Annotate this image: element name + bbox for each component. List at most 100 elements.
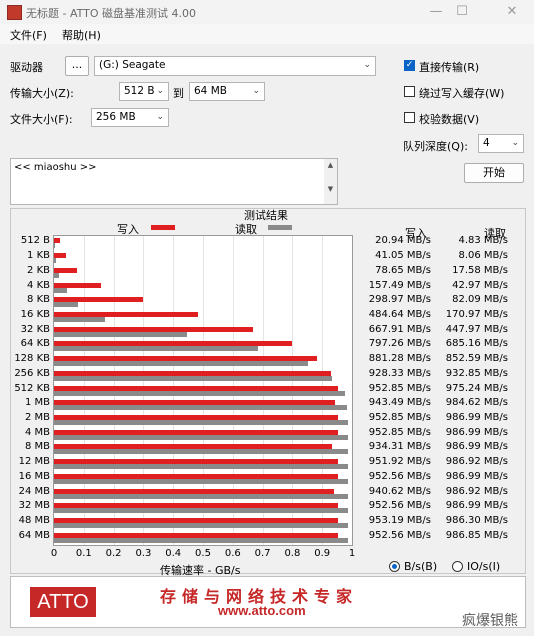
write-value-label: 952.85 MB/s — [368, 426, 431, 438]
read-bar — [54, 405, 348, 411]
description-text: << miaoshu >> — [14, 162, 97, 173]
read-value-label: 4.83 MB/s — [458, 235, 508, 247]
y-axis-labels: 512 B 1 KB 2 KB 4 KB 8 KB 16 KB 32 KB 64 KB 128 … — [6, 235, 50, 546]
y-tick-label: 64 MB — [18, 529, 50, 541]
x-tick-label: 0.6 — [224, 548, 241, 559]
read-value-label: 932.85 MB/s — [445, 367, 508, 379]
direct-io-checkbox[interactable]: ✓ — [404, 60, 415, 71]
read-value-label: 986.99 MB/s — [445, 411, 508, 423]
transfer-to-select[interactable]: 64 MB ⌄ — [189, 82, 265, 101]
y-tick-label: 1 MB — [24, 397, 50, 409]
y-tick-label: 16 MB — [18, 470, 50, 482]
ios-radio[interactable] — [452, 561, 463, 572]
file-size-select[interactable]: 256 MB ⌄ — [91, 108, 169, 127]
write-value-label: 951.92 MB/s — [368, 456, 431, 468]
transfer-from-select[interactable]: 512 B ⌄ — [119, 82, 169, 101]
chevron-down-icon: ⌄ — [156, 86, 164, 96]
y-tick-label: 2 KB — [27, 264, 50, 276]
write-value-label: 952.56 MB/s — [368, 529, 431, 541]
y-tick-label: 32 MB — [18, 500, 50, 512]
read-value-label: 986.99 MB/s — [445, 441, 508, 453]
queue-depth-label: 队列深度(Q): — [403, 140, 468, 153]
verify-checkbox[interactable] — [404, 112, 415, 123]
read-bar — [54, 361, 309, 367]
read-bar — [54, 390, 345, 396]
read-bar — [54, 464, 349, 470]
y-tick-label: 32 KB — [20, 323, 50, 335]
x-tick-label: 0 — [50, 548, 58, 559]
write-value-label: 934.31 MB/s — [368, 441, 431, 453]
watermark: 疯爆银熊 — [462, 613, 518, 629]
read-value-label: 986.92 MB/s — [445, 485, 508, 497]
chevron-down-icon: ⌄ — [363, 60, 371, 70]
y-tick-label: 16 KB — [20, 308, 50, 320]
read-bar — [54, 522, 348, 528]
x-tick-label: 0.1 — [75, 548, 92, 559]
write-value-label: 952.85 MB/s — [368, 382, 431, 394]
write-value-label: 943.49 MB/s — [368, 397, 431, 409]
read-bar — [54, 419, 349, 425]
write-value-label: 20.94 MB/s — [375, 235, 431, 247]
y-tick-label: 512 KB — [14, 382, 50, 394]
read-bar — [54, 316, 105, 322]
read-value-label: 986.99 MB/s — [445, 426, 508, 438]
menu-file[interactable]: 文件(F) — [10, 27, 47, 43]
read-bar — [54, 478, 349, 484]
drive-value: (G:) Seagate — [99, 59, 166, 71]
chevron-down-icon: ⌄ — [252, 86, 260, 96]
x-tick-label: 0.7 — [254, 548, 271, 559]
read-bar — [54, 287, 67, 293]
bypass-cache-label: 绕过写入缓存(W) — [419, 87, 505, 100]
read-value-label: 986.92 MB/s — [445, 456, 508, 468]
y-tick-label: 2 MB — [24, 411, 50, 423]
x-tick-label: 0.3 — [135, 548, 152, 559]
transfer-from-value: 512 B — [124, 85, 155, 97]
banner-url[interactable]: www.atto.com — [218, 603, 306, 618]
atto-logo: ATTO — [30, 587, 96, 617]
x-tick-label: 1 — [348, 548, 356, 559]
read-bar — [54, 272, 60, 278]
read-bar — [54, 375, 332, 381]
read-value-label: 984.62 MB/s — [445, 397, 508, 409]
read-value-label: 17.58 MB/s — [452, 264, 508, 276]
y-tick-label: 64 KB — [20, 338, 50, 350]
bs-radio[interactable] — [389, 561, 400, 572]
description-scrollbar[interactable]: ▲ ▼ — [324, 159, 337, 204]
write-value-label: 881.28 MB/s — [368, 353, 431, 365]
read-value-label: 975.24 MB/s — [445, 382, 508, 394]
maximize-button[interactable]: ☐ — [444, 2, 480, 22]
read-bar — [54, 434, 349, 440]
to-label: 到 — [173, 87, 184, 100]
write-value-label: 797.26 MB/s — [368, 338, 431, 350]
read-bar — [54, 243, 56, 249]
queue-depth-select[interactable]: 4 ⌄ — [478, 134, 524, 153]
close-button[interactable]: ✕ — [494, 2, 530, 22]
read-value-label: 986.99 MB/s — [445, 470, 508, 482]
write-value-label: 298.97 MB/s — [368, 294, 431, 306]
read-bar — [54, 302, 79, 308]
x-tick-label: 0.8 — [284, 548, 301, 559]
menu-help[interactable]: 帮助(H) — [62, 27, 101, 43]
write-value-label: 78.65 MB/s — [375, 264, 431, 276]
bypass-cache-checkbox[interactable] — [404, 86, 415, 97]
start-button[interactable]: 开始 — [464, 163, 524, 183]
window-title: 无标题 - ATTO 磁盘基准测试 4.00 — [26, 7, 197, 20]
read-value-label: 986.99 MB/s — [445, 500, 508, 512]
app-icon — [7, 5, 22, 20]
drive-select[interactable]: (G:) Seagate ⌄ — [94, 56, 376, 76]
x-axis-ticks: 0 0.1 0.2 0.3 0.4 0.5 0.6 0.7 0.8 0.9 1 — [51, 548, 355, 562]
y-tick-label: 12 MB — [18, 456, 50, 468]
read-legend-swatch — [268, 225, 292, 230]
write-value-label: 928.33 MB/s — [368, 367, 431, 379]
write-value-label: 952.56 MB/s — [368, 470, 431, 482]
y-tick-label: 8 MB — [24, 441, 50, 453]
values-table: 20.94 MB/s 4.83 MB/s 41.05 MB/s 8.06 MB/s 78… — [360, 235, 526, 546]
drive-label: 驱动器 — [10, 61, 43, 74]
read-value-label: 986.85 MB/s — [445, 529, 508, 541]
y-tick-label: 1 KB — [27, 250, 50, 262]
write-value-label: 157.49 MB/s — [368, 279, 431, 291]
queue-depth-value: 4 — [483, 137, 490, 149]
read-value-label: 685.16 MB/s — [445, 338, 508, 350]
browse-button[interactable]: ... — [65, 56, 89, 76]
transfer-size-label: 传输大小(Z): — [10, 87, 74, 100]
